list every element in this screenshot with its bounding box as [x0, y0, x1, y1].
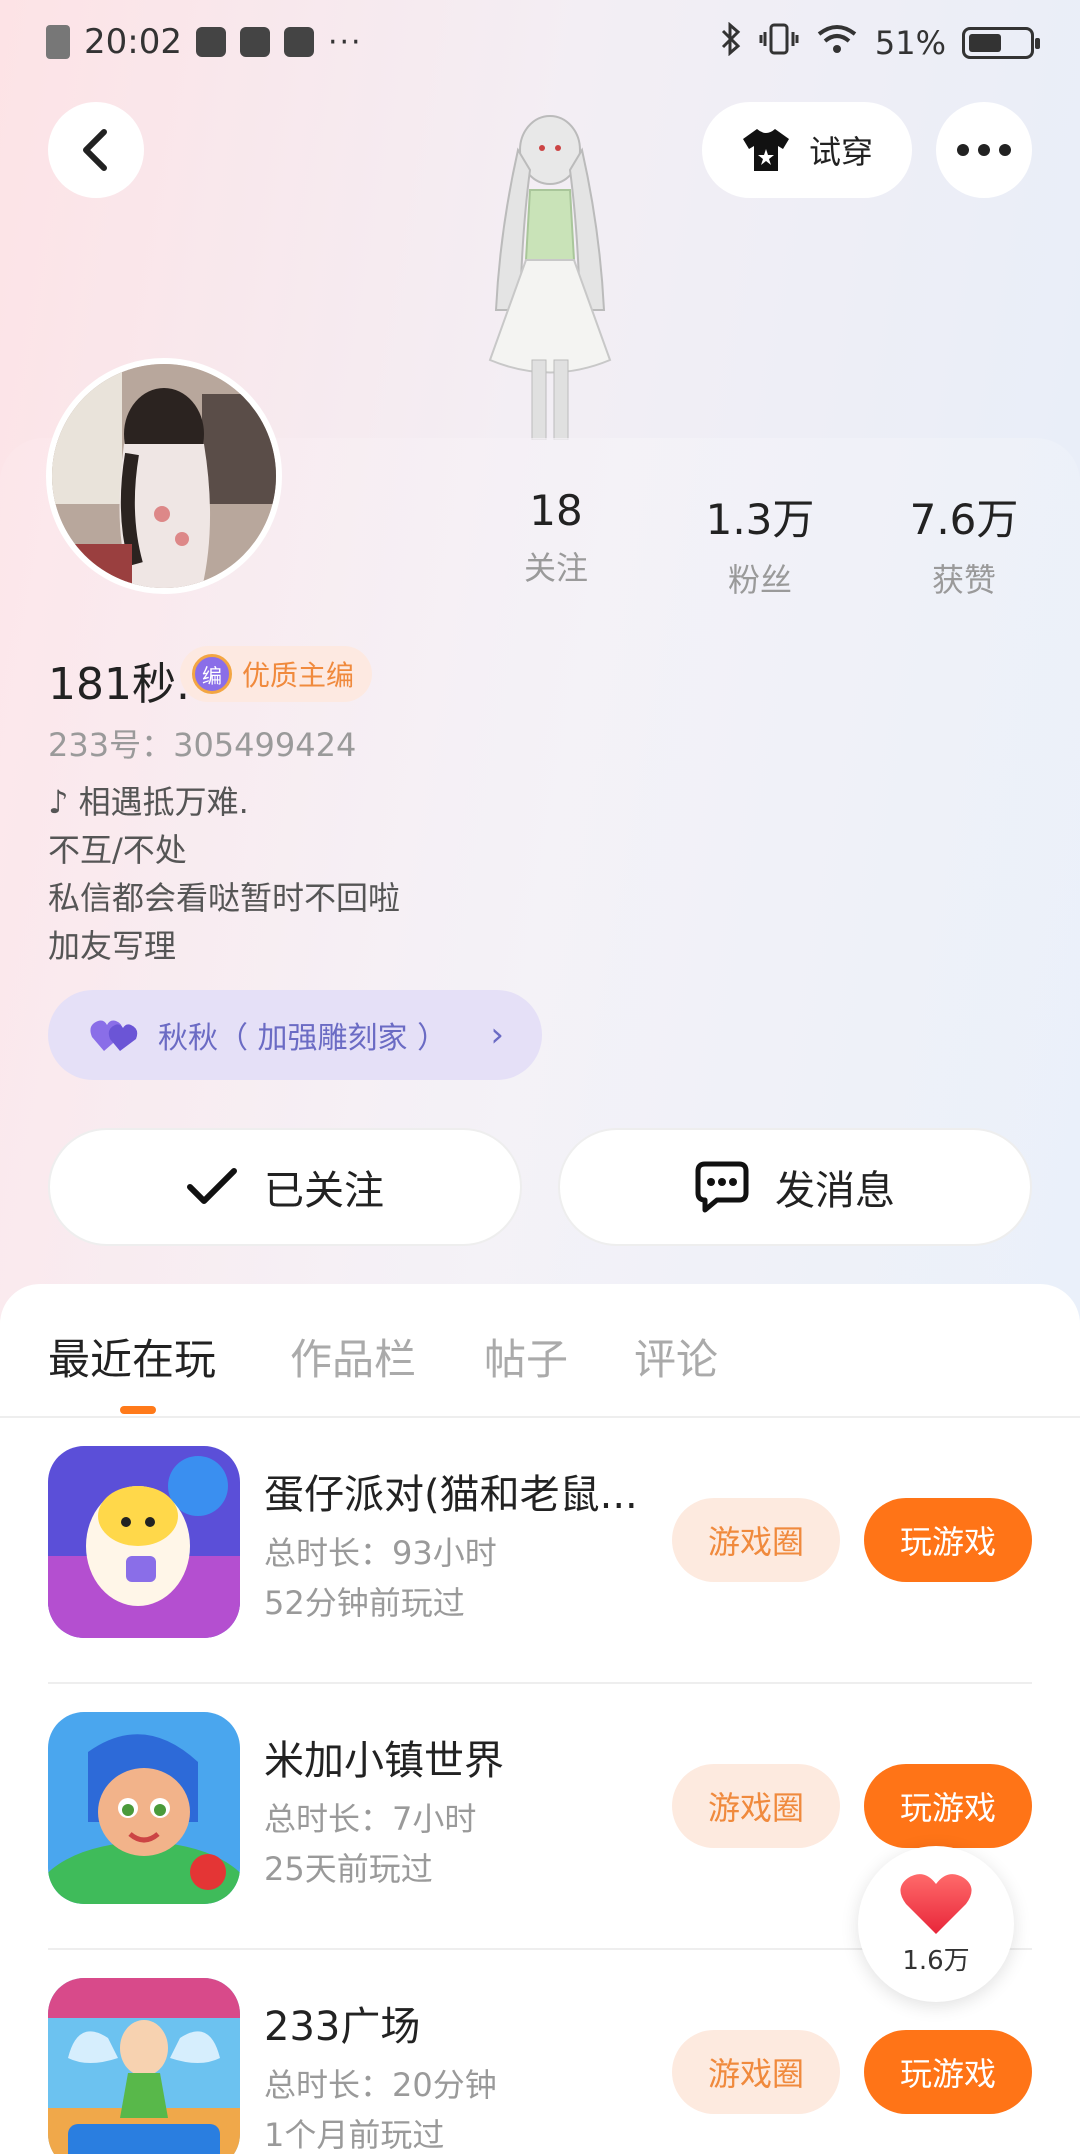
tab-posts[interactable]: 帖子	[484, 1326, 568, 1387]
more-button[interactable]	[936, 102, 1032, 198]
game-icon-miga-town[interactable]	[48, 1712, 240, 1904]
bluetooth-icon	[719, 21, 743, 64]
tshirt-icon	[742, 129, 789, 171]
group-chip-label: 秋秋（ 加强雕刻家 ）	[158, 1021, 448, 1056]
game-playtime: 总时长：7小时	[264, 1800, 477, 1838]
bio-line: 加友写理	[48, 927, 177, 965]
stat-label: 关注	[523, 549, 588, 587]
content-panel: 最近在玩 作品栏 帖子 评论 蛋仔派对(猫和老鼠... 总时长：93小时 52分…	[0, 1284, 1080, 2154]
sim-icon	[46, 25, 70, 59]
game-playtime: 总时长：93小时	[264, 1534, 497, 1572]
chat-bubble-icon	[695, 1161, 749, 1213]
game-icon-233-plaza[interactable]	[48, 1978, 240, 2154]
username: 181秒.	[48, 659, 190, 710]
tab-comments[interactable]: 评论	[634, 1326, 718, 1387]
wifi-icon	[815, 22, 859, 64]
try-on-button[interactable]: 试穿	[702, 102, 912, 198]
try-on-label: 试穿	[808, 133, 873, 171]
game-circle-button[interactable]: 游戏圈	[672, 2030, 840, 2114]
send-message-button[interactable]: 发消息	[558, 1128, 1032, 1246]
status-time: 20:02	[84, 22, 182, 62]
game-last-played: 1个月前玩过	[264, 2116, 445, 2154]
stat-label: 获赞	[931, 561, 996, 599]
check-icon	[187, 1168, 237, 1204]
editor-badge-icon: 编	[192, 654, 232, 694]
stat-likes[interactable]: 7.6万 获赞	[884, 486, 1044, 601]
vibrate-icon	[759, 22, 799, 64]
chevron-left-icon	[83, 129, 107, 171]
bio-line: 私信都会看哒暂时不回啦	[48, 879, 401, 917]
avatar-3d-figure[interactable]	[460, 110, 640, 440]
avatar-photo	[52, 364, 276, 588]
game-list-item[interactable]: 蛋仔派对(猫和老鼠... 总时长：93小时 52分钟前玩过 游戏圈 玩游戏	[0, 1418, 1080, 1684]
game-circle-button[interactable]: 游戏圈	[672, 1498, 840, 1582]
play-game-button[interactable]: 玩游戏	[864, 2030, 1032, 2114]
badge-label: 优质主编	[242, 659, 355, 692]
stat-value: 18	[529, 486, 583, 535]
tab-recently-played[interactable]: 最近在玩	[48, 1326, 216, 1387]
bio-line: ♪ 相遇抵万难.	[48, 783, 249, 821]
battery-icon	[962, 27, 1040, 59]
user-avatar[interactable]	[46, 358, 282, 594]
stat-value: 7.6万	[909, 495, 1019, 544]
game-circle-button[interactable]: 游戏圈	[672, 1764, 840, 1848]
stat-fans[interactable]: 1.3万 粉丝	[680, 486, 840, 601]
followed-button[interactable]: 已关注	[48, 1128, 522, 1246]
play-game-button[interactable]: 玩游戏	[864, 1764, 1032, 1848]
message-button-label: 发消息	[775, 1168, 895, 1214]
play-game-button[interactable]: 玩游戏	[864, 1498, 1032, 1582]
more-notifications: ···	[327, 24, 363, 60]
chevron-right-icon: ›	[490, 1015, 504, 1055]
heart-icon	[900, 1873, 972, 1934]
game-title: 233广场	[264, 2004, 421, 2050]
stat-label: 粉丝	[727, 561, 792, 599]
notification-icon	[195, 27, 226, 57]
follow-button-label: 已关注	[264, 1168, 384, 1214]
game-last-played: 52分钟前玩过	[264, 1584, 465, 1622]
tab-works[interactable]: 作品栏	[290, 1326, 416, 1387]
battery-percent: 51%	[874, 24, 946, 62]
game-title: 米加小镇世界	[264, 1738, 504, 1784]
group-chip[interactable]: 秋秋（ 加强雕刻家 ） ›	[48, 990, 542, 1080]
status-bar: 20:02 ··· 51%	[0, 0, 1080, 84]
bio-line: 不互/不处	[48, 831, 187, 869]
user-id: 233号：305499424	[48, 726, 357, 764]
more-dots-icon	[957, 144, 1011, 156]
game-playtime: 总时长：20分钟	[264, 2066, 497, 2104]
game-title: 蛋仔派对(猫和老鼠...	[264, 1472, 638, 1518]
quality-editor-badge[interactable]: 编 优质主编	[180, 646, 373, 702]
back-button[interactable]	[48, 102, 144, 198]
game-last-played: 25天前玩过	[264, 1850, 433, 1888]
bio: ♪ 相遇抵万难. 不互/不处 私信都会看哒暂时不回啦 加友写理	[48, 778, 400, 970]
wechat-icon	[239, 27, 270, 57]
stat-value: 1.3万	[705, 495, 815, 544]
video-app-icon	[283, 27, 314, 57]
game-icon-eggy-party[interactable]	[48, 1446, 240, 1638]
floating-like-button[interactable]: 1.6万	[858, 1846, 1014, 2002]
like-count: 1.6万	[902, 1945, 970, 1976]
stat-following[interactable]: 18 关注	[476, 486, 636, 589]
active-tab-indicator	[120, 1406, 156, 1414]
double-heart-icon	[90, 1020, 138, 1051]
